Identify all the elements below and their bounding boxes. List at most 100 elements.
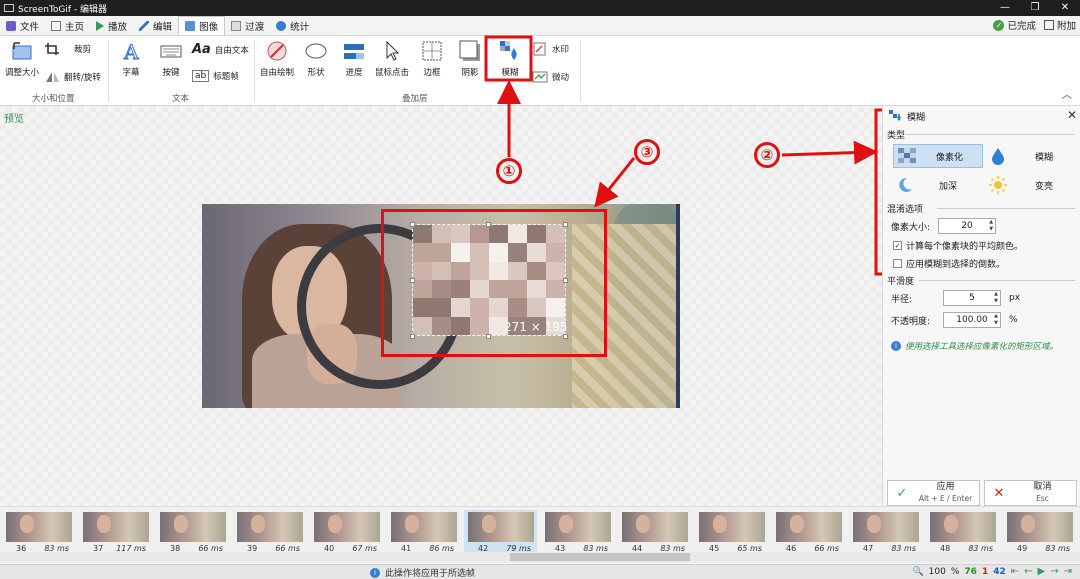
frame-thumbnail-image xyxy=(853,512,919,542)
frame-thumbnail[interactable]: 39 66 ms xyxy=(233,510,306,554)
free-text-button[interactable]: Aa 自由文本 xyxy=(192,42,249,57)
close-button[interactable]: ✕ xyxy=(1050,0,1080,16)
opacity-stepper[interactable]: 100.00 ▲ ▼ xyxy=(943,312,1001,328)
status-message: i 此操作将应用于所选帧 xyxy=(370,566,475,579)
stepper-arrows-icon[interactable]: ▲ ▼ xyxy=(989,219,993,233)
cinemagraph-button[interactable]: 微动 xyxy=(532,70,569,84)
last-frame-icon[interactable]: ⇥ xyxy=(1064,566,1072,577)
crop-button[interactable]: 裁剪 xyxy=(44,42,91,56)
apply-button[interactable]: ✓ 应用 Alt + E / Enter xyxy=(887,480,980,506)
tab-label: 过渡 xyxy=(245,21,265,33)
frame-thumbnail[interactable]: 36 83 ms xyxy=(2,510,75,554)
type-label: 变亮 xyxy=(1035,181,1054,192)
tab-label: 播放 xyxy=(108,21,128,33)
cancel-label: 取消 xyxy=(1033,481,1052,492)
pencil-icon xyxy=(139,20,150,31)
annotation-number-3: ③ xyxy=(634,139,660,165)
frame-thumbnail[interactable]: 48 83 ms xyxy=(926,510,999,554)
radius-unit: px xyxy=(1009,293,1021,303)
border-button[interactable]: 边框 xyxy=(420,40,444,78)
first-frame-icon[interactable]: ⇤ xyxy=(1011,566,1019,577)
tab-home[interactable]: 主页 xyxy=(45,17,90,35)
inverse-option[interactable]: 应用模糊到选择的倒数。 xyxy=(893,257,1005,270)
panel-close-icon[interactable]: ✕ xyxy=(1067,108,1077,122)
next-frame-icon[interactable]: → xyxy=(1050,566,1058,577)
info-hint: i 使用选择工具选择应像素化的矩形区域。 xyxy=(891,340,1058,352)
opacity-value: 100.00 xyxy=(956,315,988,325)
frame-thumbnail[interactable]: 49 83 ms xyxy=(1003,510,1076,554)
key-strokes-button[interactable]: 按键 xyxy=(156,40,186,78)
tab-edit[interactable]: 编辑 xyxy=(133,17,178,35)
frame-thumbnail[interactable]: 46 66 ms xyxy=(772,510,845,554)
menu-tabs: 文件 主页 播放 编辑 图像 过渡 统计 ✓ 已完成 附加 xyxy=(0,16,1080,36)
maximize-button[interactable]: ❐ xyxy=(1020,0,1050,16)
frame-thumbnail[interactable]: 38 66 ms xyxy=(156,510,229,554)
check-icon: ✓ xyxy=(896,485,908,501)
resize-button[interactable]: 调整大小 xyxy=(4,40,40,78)
pixel-size-stepper[interactable]: 20 ▲ ▼ xyxy=(938,218,997,234)
scrollbar-thumb[interactable] xyxy=(510,553,690,561)
filmstrip-scrollbar[interactable] xyxy=(0,552,1080,562)
type-blur-button[interactable]: 模糊 xyxy=(987,144,1077,168)
status-bar: i 此操作将应用于所选帧 🔍 100 % 76 1 42 ⇤ ← ▶ → ⇥ xyxy=(0,564,1080,579)
tabs-right: ✓ 已完成 附加 xyxy=(993,18,1076,32)
done-toggle[interactable]: ✓ 已完成 xyxy=(993,18,1036,32)
minimize-button[interactable]: — xyxy=(990,0,1020,16)
inverse-label: 应用模糊到选择的倒数。 xyxy=(906,260,1006,270)
type-darken-button[interactable]: 加深 xyxy=(893,173,983,197)
collapse-ribbon-button[interactable]: ︿ xyxy=(1062,86,1072,101)
attach-toggle[interactable]: 附加 xyxy=(1043,18,1076,32)
type-section-title: 类型 xyxy=(887,131,906,141)
radius-stepper[interactable]: 5 ▲ ▼ xyxy=(943,290,1001,306)
status-right: 🔍 100 % 76 1 42 ⇤ ← ▶ → ⇥ xyxy=(912,566,1072,577)
flip-rotate-button[interactable]: 翻转/旋转 xyxy=(44,70,101,84)
title-frame-icon: ab xyxy=(192,70,210,82)
frame-thumbnail[interactable]: 43 83 ms xyxy=(541,510,614,554)
cancel-button[interactable]: ✕ 取消 Esc xyxy=(984,480,1077,506)
info-icon: i xyxy=(370,567,380,578)
frame-thumbnail[interactable]: 47 83 ms xyxy=(849,510,922,554)
tab-image[interactable]: 图像 xyxy=(178,16,226,35)
average-color-option[interactable]: ✓ 计算每个像素块的平均颜色。 xyxy=(893,239,1023,252)
title-bar: ScreenToGif - 编辑器 — ❐ ✕ xyxy=(0,0,1080,16)
frame-thumbnail-image xyxy=(545,512,611,542)
window-controls: — ❐ ✕ xyxy=(990,0,1080,16)
obfuscate-label: 模糊 xyxy=(501,68,519,78)
watermark-button[interactable]: 水印 xyxy=(532,42,569,56)
divider xyxy=(937,208,1075,209)
free-drawing-button[interactable]: 自由绘制 xyxy=(258,40,296,78)
stepper-arrows-icon[interactable]: ▲ ▼ xyxy=(994,313,998,327)
frame-thumbnail[interactable]: 42 79 ms xyxy=(464,510,537,554)
tab-playback[interactable]: 播放 xyxy=(90,17,133,35)
app-icon xyxy=(4,4,14,12)
type-pixelate-button[interactable]: 像素化 xyxy=(893,144,983,168)
tab-file[interactable]: 文件 xyxy=(0,17,45,35)
type-label: 模糊 xyxy=(1035,152,1054,163)
obfuscate-icon xyxy=(889,110,901,121)
crop-icon xyxy=(45,43,59,55)
average-color-checkbox[interactable]: ✓ xyxy=(893,241,902,250)
zoom-value[interactable]: 100 xyxy=(929,567,946,577)
shadow-button[interactable]: 阴影 xyxy=(458,40,482,78)
pixelate-icon xyxy=(898,148,916,163)
play-icon[interactable]: ▶ xyxy=(1038,566,1046,577)
frame-thumbnail[interactable]: 37 117 ms xyxy=(79,510,152,554)
mouse-clicks-button[interactable]: 鼠标点击 xyxy=(372,40,412,78)
frame-thumbnail[interactable]: 45 65 ms xyxy=(695,510,768,554)
title-frame-button[interactable]: ab 标题帧 xyxy=(192,70,239,82)
tab-transitions[interactable]: 过渡 xyxy=(225,17,270,35)
group-label-text: 文本 xyxy=(172,94,190,104)
frame-thumbnail[interactable]: 40 67 ms xyxy=(310,510,383,554)
frame-thumbnail[interactable]: 44 83 ms xyxy=(618,510,691,554)
stepper-arrows-icon[interactable]: ▲ ▼ xyxy=(994,291,998,305)
tab-statistics[interactable]: 统计 xyxy=(270,17,315,35)
previous-frame-icon[interactable]: ← xyxy=(1024,566,1032,577)
caption-label: 字幕 xyxy=(122,68,140,78)
frame-thumbnail[interactable]: 41 86 ms xyxy=(387,510,460,554)
caption-button[interactable]: A 字幕 xyxy=(116,40,146,78)
obfuscate-button[interactable]: 模糊 xyxy=(498,40,522,78)
shapes-button[interactable]: 形状 xyxy=(302,40,330,78)
inverse-checkbox[interactable] xyxy=(893,259,902,268)
progress-button[interactable]: 进度 xyxy=(340,40,368,78)
type-lighten-button[interactable]: 变亮 xyxy=(987,173,1077,197)
